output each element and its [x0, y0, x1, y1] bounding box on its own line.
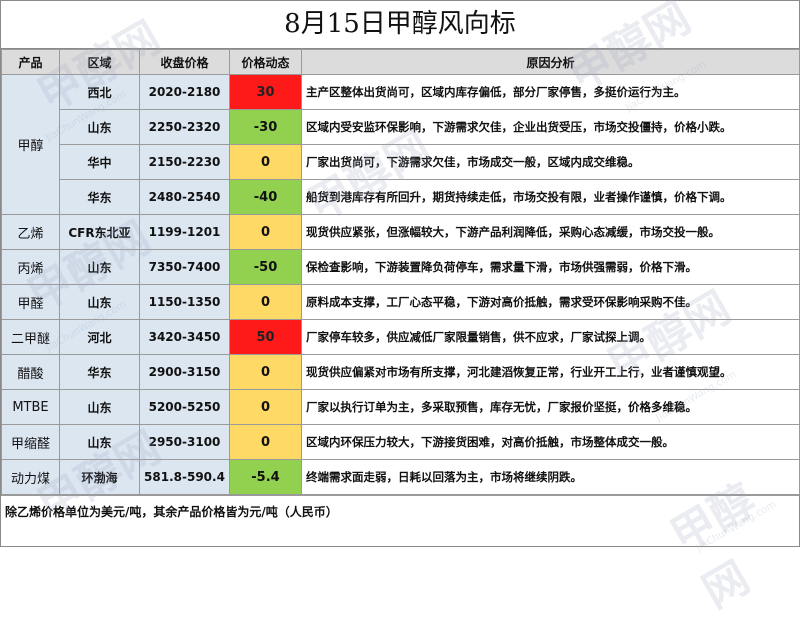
- product-cell: 甲醇: [1, 74, 60, 215]
- product-cell: 醋酸: [1, 354, 60, 390]
- price-cell: 2020-2180: [139, 74, 230, 110]
- price-cell: 1199-1201: [139, 214, 230, 250]
- table-header-row: 产品 区域 收盘价格 价格动态 原因分析: [1, 49, 800, 75]
- table-row: 山东 2250-2320 -30 区域内受安监环保影响，下游需求欠佳，企业出货受…: [2, 109, 800, 145]
- product-cell: MTBE: [1, 389, 60, 425]
- price-cell: 2900-3150: [139, 354, 230, 390]
- table-row: 丙烯 山东 7350-7400 -50 保检查影响，下游装置降负荷停车，需求量下…: [1, 249, 800, 285]
- region-cell: 华东: [59, 179, 140, 215]
- reason-cell: 厂家出货尚可，下游需求欠佳，市场成交一般，区域内成交维稳。: [301, 144, 800, 180]
- region-cell: 华中: [59, 144, 140, 180]
- reason-cell: 保检查影响，下游装置降负荷停车，需求量下滑，市场供强需弱，价格下滑。: [301, 249, 800, 285]
- price-cell: 7350-7400: [139, 249, 230, 285]
- reason-cell: 原料成本支撑，工厂心态平稳，下游对高价抵触，需求受环保影响采购不佳。: [301, 284, 800, 320]
- change-cell: 0: [229, 354, 302, 390]
- table-row: 乙烯 CFR东北亚 1199-1201 0 现货供应紧张，但涨幅较大，下游产品利…: [1, 214, 800, 250]
- table-row: MTBE 山东 5200-5250 0 厂家以执行订单为主，多采取预售，库存无忧…: [1, 389, 800, 425]
- reason-cell: 厂家以执行订单为主，多采取预售，库存无忧，厂家报价坚挺，价格多维稳。: [301, 389, 800, 425]
- change-cell: 50: [229, 319, 302, 355]
- region-cell: CFR东北亚: [59, 214, 140, 250]
- change-cell: -5.4: [229, 459, 302, 495]
- price-cell: 3420-3450: [139, 319, 230, 355]
- region-cell: 山东: [59, 109, 140, 145]
- change-cell: 0: [229, 284, 302, 320]
- reason-cell: 主产区整体出货尚可，区域内库存偏低，部分厂家停售，多挺价运行为主。: [301, 74, 800, 110]
- reason-cell: 区域内环保压力较大，下游接货困难，对高价抵触，市场整体成交一般。: [301, 424, 800, 460]
- change-cell: 0: [229, 389, 302, 425]
- reason-cell: 船货到港库存有所回升，期货持续走低，市场交投有限，业者操作谨慎，价格下调。: [301, 179, 800, 215]
- reason-cell: 厂家停车较多，供应减低厂家限量销售，供不应求，厂家试探上调。: [301, 319, 800, 355]
- change-cell: -50: [229, 249, 302, 285]
- change-cell: 0: [229, 214, 302, 250]
- price-cell: 2950-3100: [139, 424, 230, 460]
- region-cell: 山东: [59, 424, 140, 460]
- product-cell: 甲缩醛: [1, 424, 60, 460]
- table-row: 动力煤 环渤海 581.8-590.4 -5.4 终端需求面走弱，日耗以回落为主…: [1, 459, 800, 495]
- price-cell: 581.8-590.4: [139, 459, 230, 495]
- region-cell: 山东: [59, 389, 140, 425]
- region-cell: 西北: [59, 74, 140, 110]
- change-cell: 0: [229, 424, 302, 460]
- change-cell: 30: [229, 74, 302, 110]
- product-cell: 动力煤: [1, 459, 60, 495]
- table-row: 华中 2150-2230 0 厂家出货尚可，下游需求欠佳，市场成交一般，区域内成…: [2, 144, 800, 180]
- header-change: 价格动态: [229, 49, 302, 75]
- header-product: 产品: [1, 49, 60, 75]
- change-cell: -30: [229, 109, 302, 145]
- change-cell: 0: [229, 144, 302, 180]
- table-row: 甲缩醛 山东 2950-3100 0 区域内环保压力较大，下游接货困难，对高价抵…: [1, 424, 800, 460]
- price-cell: 2480-2540: [139, 179, 230, 215]
- price-sheet: 8月15日甲醇风向标 产品 区域 收盘价格 价格动态 原因分析 甲醇 西北 20…: [0, 0, 800, 618]
- header-reason: 原因分析: [301, 49, 800, 75]
- price-cell: 2150-2230: [139, 144, 230, 180]
- table-row: 甲醛 山东 1150-1350 0 原料成本支撑，工厂心态平稳，下游对高价抵触，…: [1, 284, 800, 320]
- product-cell: 乙烯: [1, 214, 60, 250]
- region-cell: 河北: [59, 319, 140, 355]
- product-cell: 甲醛: [1, 284, 60, 320]
- price-cell: 2250-2320: [139, 109, 230, 145]
- region-cell: 山东: [59, 284, 140, 320]
- price-cell: 1150-1350: [139, 284, 230, 320]
- table-row: 二甲醚 河北 3420-3450 50 厂家停车较多，供应减低厂家限量销售，供不…: [1, 319, 800, 355]
- reason-cell: 现货供应紧张，但涨幅较大，下游产品利润降低，采购心态减缓，市场交投一般。: [301, 214, 800, 250]
- change-cell: -40: [229, 179, 302, 215]
- header-region: 区域: [59, 49, 140, 75]
- price-table: 产品 区域 收盘价格 价格动态 原因分析 甲醇 西北 2020-2180 30 …: [1, 49, 800, 495]
- region-cell: 环渤海: [59, 459, 140, 495]
- page-title: 8月15日甲醇风向标: [1, 1, 799, 49]
- region-cell: 山东: [59, 249, 140, 285]
- reason-cell: 区域内受安监环保影响，下游需求欠佳，企业出货受压，市场交投僵持，价格小跌。: [301, 109, 800, 145]
- price-cell: 5200-5250: [139, 389, 230, 425]
- table-row: 醋酸 华东 2900-3150 0 现货供应偏紧对市场有所支撑，河北建滔恢复正常…: [1, 354, 800, 390]
- reason-cell: 终端需求面走弱，日耗以回落为主，市场将继续阴跌。: [301, 459, 800, 495]
- footer-note: 除乙烯价格单位为美元/吨，其余产品价格皆为元/吨（人民币）: [1, 495, 799, 528]
- reason-cell: 现货供应偏紧对市场有所支撑，河北建滔恢复正常，行业开工上行，业者谨慎观望。: [301, 354, 800, 390]
- table-row: 甲醇 西北 2020-2180 30 主产区整体出货尚可，区域内库存偏低，部分厂…: [1, 74, 800, 215]
- product-cell: 丙烯: [1, 249, 60, 285]
- product-cell: 二甲醚: [1, 319, 60, 355]
- region-cell: 华东: [59, 354, 140, 390]
- table-row: 华东 2480-2540 -40 船货到港库存有所回升，期货持续走低，市场交投有…: [2, 179, 800, 215]
- header-price: 收盘价格: [139, 49, 230, 75]
